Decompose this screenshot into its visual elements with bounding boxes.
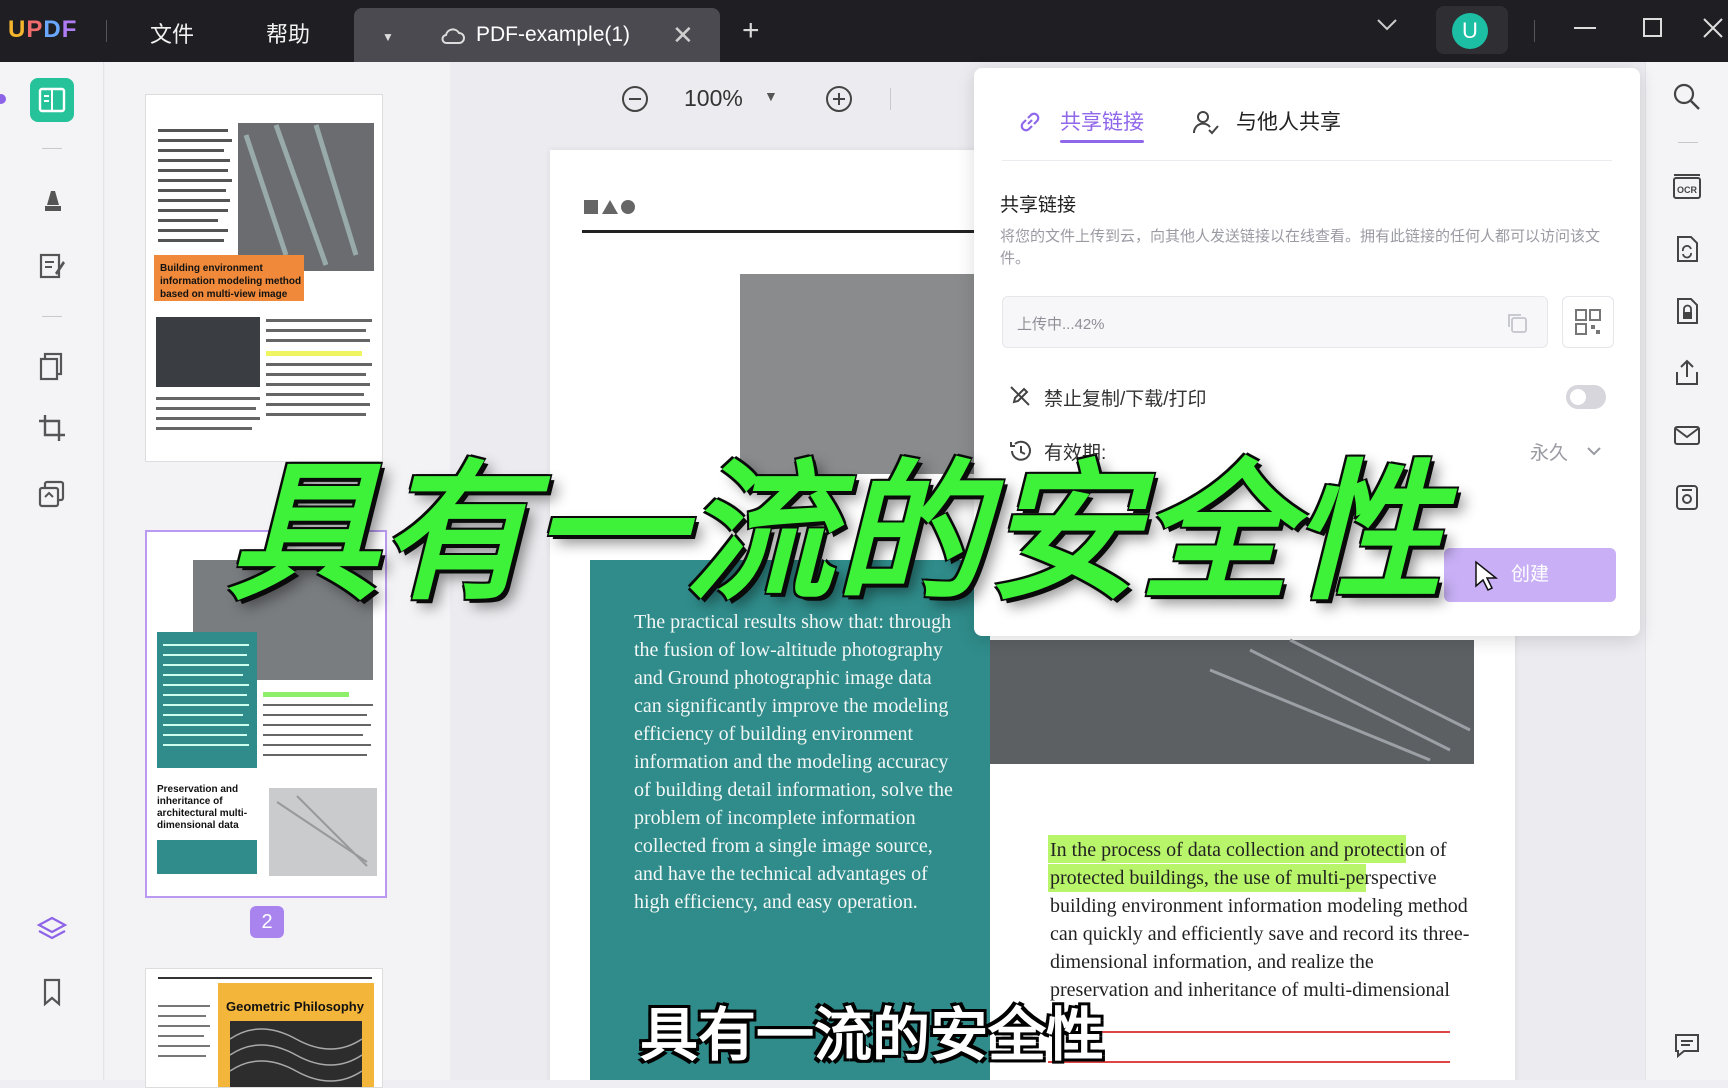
title-bar: UPDF 文件 帮助 ▼ PDF-example(1) ✕ + U [0, 0, 1728, 62]
svg-text:Geometric Philosophy: Geometric Philosophy [226, 999, 365, 1014]
comment-icon[interactable] [1666, 1024, 1708, 1066]
save-icon[interactable] [1666, 476, 1708, 518]
tab-share-link[interactable]: 共享链接 [1060, 106, 1144, 136]
qr-code-icon [1575, 309, 1601, 335]
maximize-icon[interactable] [1640, 14, 1666, 47]
new-tab-plus-icon[interactable]: + [742, 14, 760, 48]
zoom-dropdown-icon[interactable]: ▼ [764, 88, 778, 104]
mouse-cursor-icon [1474, 560, 1499, 597]
title-divider [106, 20, 107, 42]
svg-text:inheritance of: inheritance of [157, 796, 223, 807]
cloud-icon [440, 26, 466, 51]
bookmark-icon[interactable] [30, 970, 74, 1014]
svg-text:Preservation and: Preservation and [157, 784, 238, 795]
avatar: U [1452, 13, 1488, 49]
left-toolbar [0, 62, 104, 1080]
edit-text-icon[interactable] [30, 244, 74, 288]
tab-close-icon[interactable]: ✕ [672, 20, 694, 51]
layers-icon[interactable] [30, 908, 74, 952]
reader-mode-icon[interactable] [30, 78, 74, 122]
chevron-down-icon[interactable] [1376, 18, 1398, 37]
right-toolbar: OCR [1645, 62, 1728, 1080]
toolbar-divider [42, 148, 62, 149]
menu-help[interactable]: 帮助 [266, 17, 310, 49]
ocr-icon[interactable]: OCR [1666, 166, 1708, 208]
chevron-down-icon[interactable] [1586, 444, 1602, 462]
highlight-text-1: In the process of data collection and [1050, 839, 1339, 861]
body-paragraph: In the process of data collection and pr… [1050, 836, 1470, 1004]
account-button[interactable]: U [1436, 6, 1508, 54]
svg-text:based on multi-view image: based on multi-view image [160, 289, 288, 300]
page-thumbnail-3[interactable]: Geometric Philosophy [145, 968, 383, 1088]
page-1-preview: Building environment information modelin… [146, 95, 382, 461]
title-divider [1534, 20, 1535, 42]
svg-text:dimensional data: dimensional data [157, 820, 239, 831]
zoom-out-icon[interactable] [620, 84, 650, 120]
copy-icon[interactable] [1505, 311, 1529, 339]
upload-status: 上传中...42% [1017, 316, 1105, 333]
convert-pdf-icon[interactable] [1666, 228, 1708, 270]
toolbar-divider [42, 316, 62, 317]
share-upload-icon[interactable] [1666, 352, 1708, 394]
tab-title: PDF-example(1) [476, 23, 631, 46]
highlighter-icon[interactable] [30, 178, 74, 222]
active-tab-underline [1060, 140, 1144, 143]
document-tab[interactable]: ▼ PDF-example(1) ✕ [354, 8, 720, 62]
minimize-icon[interactable] [1572, 14, 1598, 47]
svg-text:architectural multi-: architectural multi- [157, 808, 247, 819]
menu-file[interactable]: 文件 [150, 17, 194, 49]
teal-paragraph: The practical results show that: through… [634, 611, 953, 913]
page-number-badge: 2 [250, 906, 284, 938]
share-link-field[interactable]: 上传中...42% [1002, 296, 1548, 348]
svg-text:Building environment: Building environment [160, 263, 263, 274]
video-subtitle: 具有一流的安全性 [640, 1003, 1105, 1068]
organize-pages-icon[interactable] [30, 344, 74, 388]
strikethrough-text: and inheritance of multi-dimensional [1153, 979, 1450, 1001]
close-window-icon[interactable] [1700, 14, 1726, 47]
qr-code-button[interactable] [1562, 296, 1614, 348]
promo-headline: 具有一流的安全性 [228, 449, 1445, 617]
validity-select[interactable]: 永久 [1530, 438, 1568, 465]
toolbar-divider [1678, 142, 1698, 143]
tab-dropdown-icon[interactable]: ▼ [382, 30, 394, 44]
tab-share-with-others[interactable]: 与他人共享 [1236, 106, 1341, 136]
zoom-in-icon[interactable] [824, 84, 854, 120]
indicator-dot [0, 94, 6, 104]
search-icon[interactable] [1666, 76, 1708, 118]
crop-icon[interactable] [30, 406, 74, 450]
restrict-toggle[interactable] [1566, 385, 1606, 409]
share-description: 将您的文件上传到云，向其他人发送链接以在线查看。拥有此链接的任何人都可以访问该文… [1000, 228, 1601, 267]
updf-logo: UPDF [8, 16, 78, 43]
svg-text:OCR: OCR [1677, 185, 1698, 195]
page-thumbnail-1[interactable]: Building environment information modelin… [145, 94, 383, 462]
toolbar-divider [890, 88, 891, 110]
no-copy-icon [1008, 384, 1032, 413]
email-icon[interactable] [1666, 414, 1708, 456]
zoom-level[interactable]: 100% [684, 85, 743, 112]
protect-lock-icon[interactable] [1666, 290, 1708, 332]
panel-divider [1002, 160, 1612, 161]
page-3-preview: Geometric Philosophy [146, 969, 382, 1087]
restrict-label: 禁止复制/下载/打印 [1044, 389, 1207, 410]
link-icon [1016, 108, 1044, 141]
section-title: 共享链接 [1000, 195, 1077, 216]
svg-text:information modeling method: information modeling method [160, 276, 301, 287]
share-with-user-icon [1192, 108, 1220, 141]
convert-icon[interactable] [30, 472, 74, 516]
